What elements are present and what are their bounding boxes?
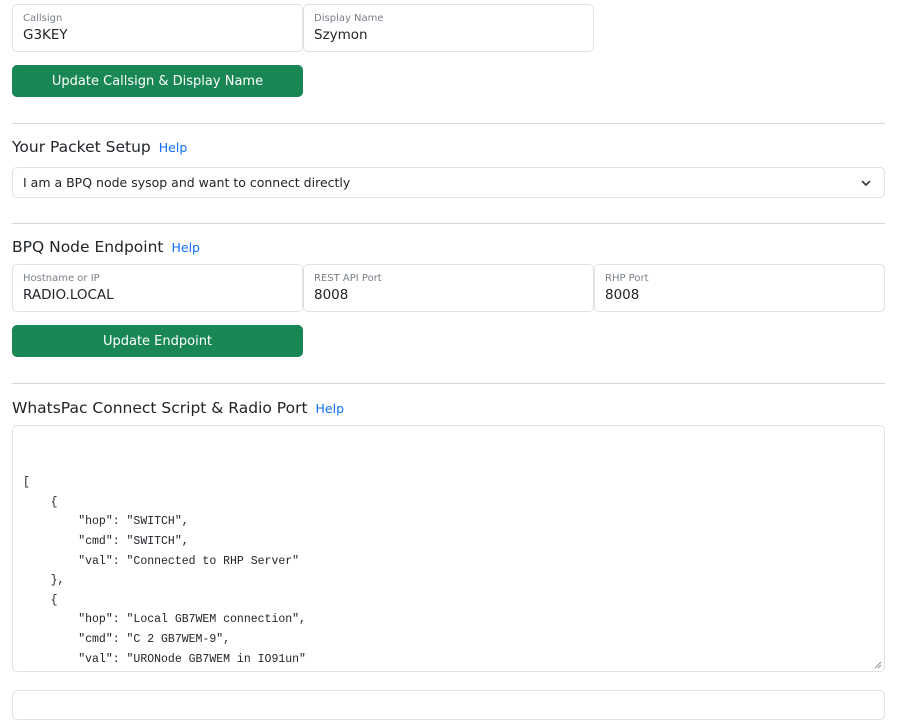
script-line: "val": "URONode GB7WEM in IO91un" [23,652,306,666]
rhp-port-label: RHP Port [605,273,649,284]
script-line: [ [23,476,30,490]
packet-setup-title: Your Packet Setup [12,138,151,156]
update-endpoint-button[interactable]: Update Endpoint [12,325,303,357]
display-name-field[interactable]: Display Name Szymon [303,4,594,52]
script-line: }, [23,574,65,588]
script-line: }, [23,669,874,671]
next-section-field[interactable] [12,690,885,720]
rest-port-value[interactable]: 8008 [314,286,583,304]
connect-script-title: WhatsPac Connect Script & Radio Port [12,399,308,417]
callsign-label: Callsign [23,13,63,24]
endpoint-row: Hostname or IP RADIO.LOCAL REST API Port… [12,264,885,312]
packet-setup-selected: I am a BPQ node sysop and want to connec… [23,175,351,190]
identity-row: Callsign G3KEY Display Name Szymon [12,4,885,52]
endpoint-heading: BPQ Node Endpoint Help [12,238,885,260]
rhp-port-value[interactable]: 8008 [605,286,874,304]
chevron-down-icon [861,180,871,186]
settings-form: Callsign G3KEY Display Name Szymon Updat… [12,4,885,672]
script-line: "val": "Connected to RHP Server" [23,554,300,568]
endpoint-help-link[interactable]: Help [171,240,200,255]
packet-setup-help-link[interactable]: Help [159,140,188,155]
script-line: "hop": "SWITCH", [23,515,189,529]
callsign-value[interactable]: G3KEY [23,26,292,44]
callsign-field[interactable]: Callsign G3KEY [12,4,303,52]
display-name-value[interactable]: Szymon [314,26,583,44]
script-line: { [23,593,58,607]
hostname-field[interactable]: Hostname or IP RADIO.LOCAL [12,264,303,312]
hostname-label: Hostname or IP [23,273,100,284]
packet-setup-select[interactable]: I am a BPQ node sysop and want to connec… [12,167,885,198]
hostname-value[interactable]: RADIO.LOCAL [23,286,292,304]
script-line: "hop": "Local GB7WEM connection", [23,613,306,627]
rest-port-label: REST API Port [314,273,382,284]
connect-script-help-link[interactable]: Help [316,401,345,416]
script-line: { [23,495,58,509]
connect-script-heading: WhatsPac Connect Script & Radio Port Hel… [12,399,885,421]
rest-port-field[interactable]: REST API Port 8008 [303,264,594,312]
script-line: "cmd": "C 2 GB7WEM-9", [23,632,231,646]
packet-setup-heading: Your Packet Setup Help [12,138,885,160]
connect-script-textarea[interactable]: [ { "hop": "SWITCH", "cmd": "SWITCH", "v… [12,425,885,672]
update-callsign-button[interactable]: Update Callsign & Display Name [12,65,303,97]
script-line: "cmd": "SWITCH", [23,534,189,548]
rhp-port-field[interactable]: RHP Port 8008 [594,264,885,312]
display-name-label: Display Name [314,13,384,24]
endpoint-title: BPQ Node Endpoint [12,238,164,256]
resize-grip-icon[interactable] [873,660,882,669]
